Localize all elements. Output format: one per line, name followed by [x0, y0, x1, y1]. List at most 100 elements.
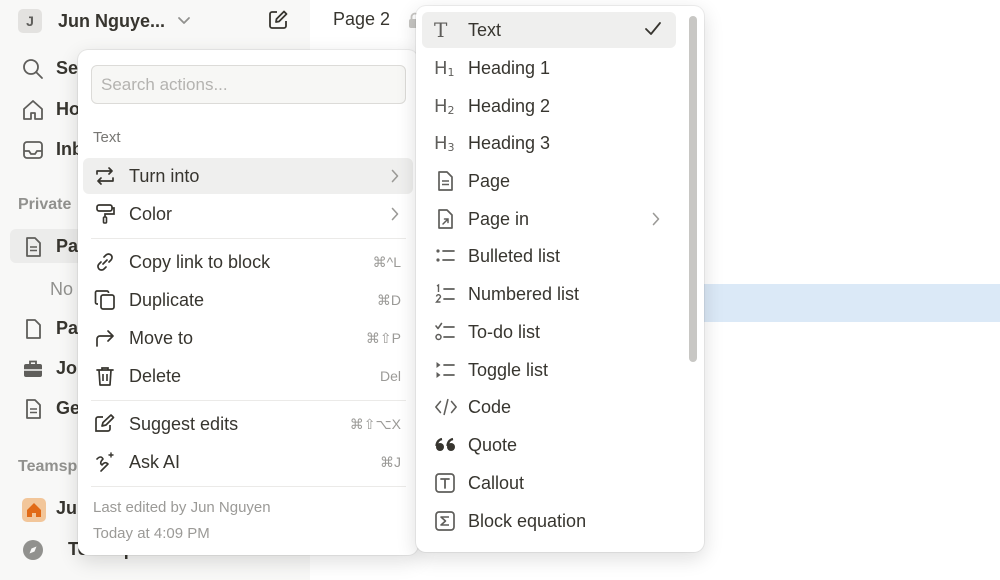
workspace-name: Jun Nguye... [58, 10, 166, 31]
search-icon [22, 58, 44, 80]
turn-into-item-label: Bulleted list [468, 246, 561, 266]
turn-into-item-label: Heading 2 [468, 96, 551, 116]
turn-into-submenu: T Text H1 Heading 1 H2 Heading 2 H3 Head… [416, 6, 704, 552]
turn-into-item-label: Page [468, 171, 511, 191]
workspace-avatar: J [18, 9, 42, 33]
menu-divider [91, 238, 406, 239]
equation-icon [434, 510, 458, 532]
sidebar-item-label: Ju [56, 497, 78, 518]
turn-into-item-label: Callout [468, 473, 525, 493]
menu-divider [91, 486, 406, 487]
menu-item-suggest-edits[interactable]: Suggest edits ⌘⇧⌥X [83, 406, 413, 442]
turn-into-item-label: Page in [468, 209, 530, 229]
teamspaces-section-label: Teamsp [18, 458, 78, 475]
menu-section-label: Text [93, 129, 121, 146]
home-icon [22, 99, 44, 121]
menu-item-color[interactable]: Color [83, 196, 413, 232]
turn-into-item-quote[interactable]: Quote [422, 427, 676, 463]
sidebar-item-label: Ho [56, 98, 80, 119]
search-actions-input[interactable] [91, 65, 406, 104]
menu-item-move-to[interactable]: Move to ⌘⇧P [83, 320, 413, 356]
menu-item-label: Ask AI [129, 452, 181, 472]
turn-into-item-toggle-list[interactable]: Toggle list [422, 352, 676, 388]
menu-item-duplicate[interactable]: Duplicate ⌘D [83, 282, 413, 318]
sidebar-item-label: Ge [56, 397, 81, 418]
keyboard-shortcut: ⌘^L [372, 254, 401, 270]
keyboard-shortcut: Del [379, 368, 401, 384]
turn-into-item-label: Heading 1 [468, 58, 551, 78]
selected-block-highlight [700, 284, 1000, 322]
page-icon [22, 318, 44, 340]
turn-into-item-heading-2[interactable]: H2 Heading 2 [422, 88, 676, 124]
page-icon [22, 236, 44, 258]
sidebar-item-label: Se [56, 57, 79, 78]
ai-sparkle-icon [93, 451, 117, 473]
synced-block-icon [434, 548, 458, 552]
heading-1-icon: H1 [434, 57, 455, 79]
suggest-edit-icon [93, 413, 117, 435]
callout-icon [434, 472, 458, 494]
page-title-breadcrumb[interactable]: Page 2 [333, 9, 390, 30]
menu-item-label: Delete [129, 366, 182, 386]
code-icon [434, 396, 458, 418]
turn-into-item-todo-list[interactable]: To-do list [422, 314, 676, 350]
page-in-icon [434, 208, 458, 230]
inbox-icon [22, 139, 44, 161]
turn-into-item-label: To-do list [468, 322, 541, 342]
turn-into-item-numbered-list[interactable]: Numbered list [422, 276, 676, 312]
turn-into-item-heading-1[interactable]: H1 Heading 1 [422, 50, 676, 86]
home-badge-icon [22, 498, 46, 522]
move-arrow-icon [93, 327, 117, 349]
menu-item-label: Color [129, 204, 173, 224]
toggle-list-icon [434, 359, 458, 381]
menu-item-delete[interactable]: Delete Del [83, 358, 413, 394]
turn-into-item-bulleted-list[interactable]: Bulleted list [422, 238, 676, 274]
numbered-list-icon [434, 283, 458, 305]
keyboard-shortcut: ⌘⇧P [365, 330, 401, 346]
trash-icon [93, 365, 117, 387]
workspace-switcher[interactable]: J Jun Nguye... [18, 8, 191, 34]
heading-2-icon: H2 [434, 95, 455, 117]
turn-into-item-page-in[interactable]: Page in [422, 201, 676, 237]
submenu-scrollbar[interactable] [688, 10, 698, 548]
sidebar-item-label: Jo [56, 357, 78, 378]
duplicate-icon [93, 289, 117, 311]
keyboard-shortcut: ⌘J [380, 454, 401, 470]
menu-item-ask-ai[interactable]: Ask AI ⌘J [83, 444, 413, 480]
turn-into-item-label: Heading 3 [468, 133, 551, 153]
scrollbar-thumb[interactable] [689, 16, 697, 362]
new-page-icon[interactable] [266, 8, 290, 32]
menu-item-label: Suggest edits [129, 414, 239, 434]
quote-icon [434, 434, 458, 456]
turn-into-item-block-equation[interactable]: Block equation [422, 503, 676, 539]
keyboard-shortcut: ⌘D [376, 292, 401, 308]
keyboard-shortcut: ⌘⇧⌥X [349, 416, 401, 432]
block-actions-menu: Text Turn into Color Copy link to block … [78, 50, 418, 555]
turn-into-item-heading-3[interactable]: H3 Heading 3 [422, 125, 676, 161]
page-icon [434, 170, 458, 192]
turn-into-item-label: Code [468, 397, 512, 417]
menu-item-copy-link[interactable]: Copy link to block ⌘^L [83, 244, 413, 280]
last-edited-by-text: Last edited by Jun Nguyen [93, 499, 271, 516]
turn-into-item-page[interactable]: Page [422, 163, 676, 199]
checkmark-icon [644, 21, 662, 37]
menu-item-turn-into[interactable]: Turn into [83, 158, 413, 194]
chevron-right-icon [652, 212, 660, 226]
document-icon [22, 398, 44, 420]
turn-into-item-partial[interactable] [422, 541, 676, 552]
todo-list-icon [434, 321, 458, 343]
briefcase-icon [22, 358, 44, 380]
turn-into-item-code[interactable]: Code [422, 389, 676, 425]
turn-into-item-text[interactable]: T Text [422, 12, 676, 48]
compass-icon [22, 539, 44, 561]
turn-into-item-label: Quote [468, 435, 518, 455]
turn-into-item-label: Text [468, 20, 502, 40]
turn-into-item-callout[interactable]: Callout [422, 465, 676, 501]
chevron-right-icon [391, 207, 399, 221]
turn-into-item-label: Toggle list [468, 360, 549, 380]
menu-item-label: Move to [129, 328, 194, 348]
last-edited-time-text: Today at 4:09 PM [93, 525, 210, 542]
no-pages-inside-label: No [50, 279, 74, 299]
private-section-label: Private [18, 196, 72, 213]
paint-roller-icon [93, 203, 117, 225]
